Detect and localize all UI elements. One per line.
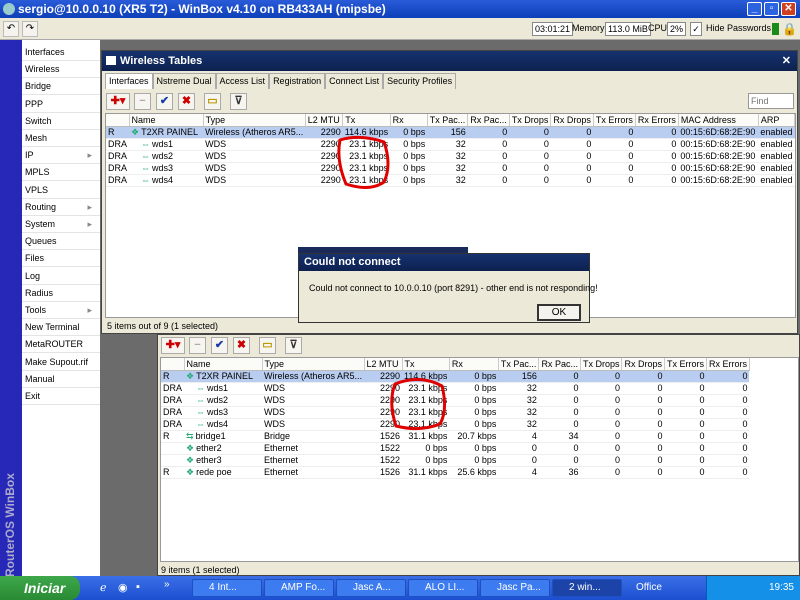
- show-desktop-icon[interactable]: ▪: [136, 581, 140, 593]
- taskbar-button[interactable]: Jasc Pa...: [480, 579, 550, 597]
- ok-button[interactable]: OK: [537, 304, 581, 321]
- system-tray: 19:35: [706, 576, 800, 600]
- quick-launch-expand-icon[interactable]: »: [164, 579, 170, 590]
- start-button[interactable]: Iniciar: [0, 576, 80, 600]
- taskbar-button[interactable]: ALO LI...: [408, 579, 478, 597]
- annotation-circle: [337, 135, 390, 189]
- dialog-message: Could not connect to 10.0.0.10 (port 829…: [309, 283, 598, 293]
- start-label: Iniciar: [24, 580, 66, 596]
- dialog-title: Could not connect: [304, 256, 401, 268]
- taskbar-button[interactable]: AMP Fo...: [264, 579, 334, 597]
- error-dialog: Could not connect Could not connect to 1…: [298, 253, 598, 323]
- quick-launch-icon[interactable]: ◉: [118, 581, 128, 594]
- clock: 19:35: [768, 582, 794, 593]
- taskbar-button[interactable]: Jasc A...: [336, 579, 406, 597]
- taskbar-button[interactable]: 4 Int...: [192, 579, 262, 597]
- office-toolbar[interactable]: Office: [636, 582, 662, 593]
- dialog-title-bar: Could not connect: [299, 254, 589, 271]
- taskbar-button[interactable]: 2 win...: [552, 579, 622, 597]
- taskbar: Iniciar ℯ ◉ ▪ » 4 Int... AMP Fo... Jasc A.…: [0, 576, 800, 600]
- annotation-circle: [390, 378, 447, 431]
- quick-launch-ie-icon[interactable]: ℯ: [100, 581, 107, 594]
